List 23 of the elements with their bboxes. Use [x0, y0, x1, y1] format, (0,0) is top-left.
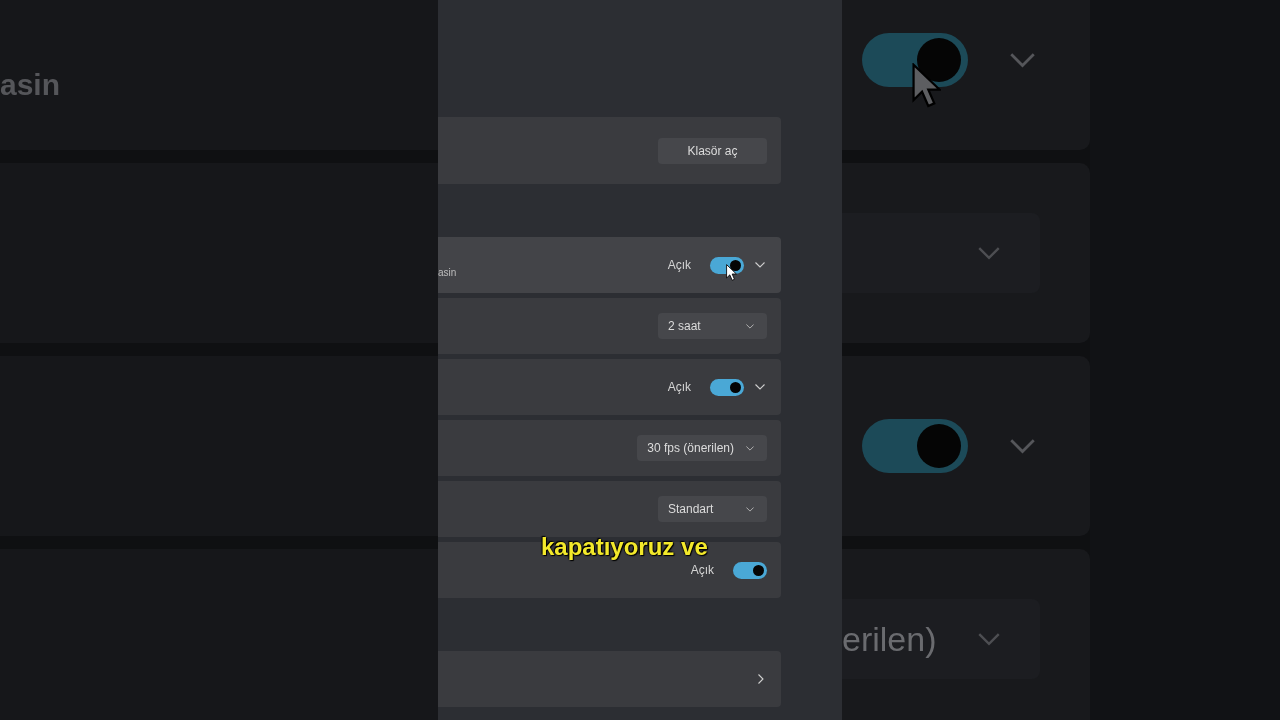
toggle-switch[interactable]: [733, 561, 767, 579]
blurred-toggle[interactable]: [862, 419, 968, 473]
chevron-down-icon: [746, 506, 754, 512]
chevron-down-icon: [755, 384, 765, 390]
dropdown[interactable]: 2 saat: [658, 313, 767, 339]
toggle-state-label: Açık: [667, 379, 691, 396]
chevron-down-icon: [746, 445, 754, 451]
blurred-dropdown-value: erilen): [842, 622, 937, 656]
chevron-right-icon: [758, 674, 764, 684]
chevron-down-icon: [976, 246, 1002, 260]
blurred-description: asin: [0, 70, 61, 100]
chevron-down-icon: [746, 323, 754, 329]
toggle-switch[interactable]: [710, 378, 744, 396]
chevron-down-icon: [976, 632, 1002, 646]
dropdown[interactable]: 30 fps (önerilen): [637, 435, 767, 461]
setting-description: asin: [438, 268, 457, 278]
video-caption: kapatıyoruz ve: [541, 535, 708, 559]
open-folder-button[interactable]: Klasör aç: [658, 137, 767, 164]
toggle-state-label: Açık: [690, 562, 714, 579]
toggle-state-label: Açık: [667, 257, 691, 274]
dropdown[interactable]: Standart: [658, 496, 767, 522]
chevron-down-icon: [755, 262, 765, 268]
pointer-cursor-icon: [726, 263, 737, 281]
